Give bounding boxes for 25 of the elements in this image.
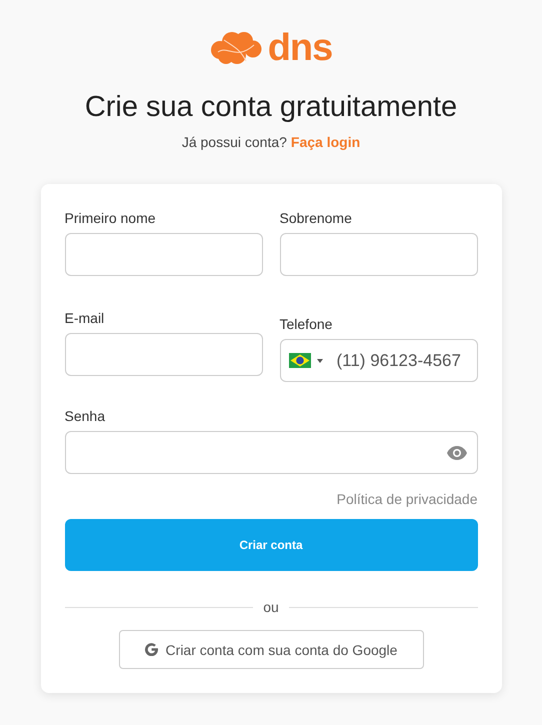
login-prompt: Já possui conta? <box>182 134 287 150</box>
logo-text: dns <box>268 30 332 66</box>
field-label: Telefone <box>280 316 334 332</box>
google-signup-button[interactable]: Criar conta com sua conta do Google <box>118 630 424 669</box>
field-label: Primeiro nome <box>64 210 157 226</box>
phone-field[interactable]: (11) 96123-4567 <box>280 339 478 382</box>
field-label: E-mail <box>64 310 106 326</box>
cloud-logo-icon <box>210 31 262 65</box>
password-field[interactable] <box>64 431 478 474</box>
divider-text: ou <box>263 599 279 615</box>
eye-icon[interactable] <box>446 446 466 460</box>
privacy-link[interactable]: Política de privacidade <box>336 491 478 507</box>
create-account-button[interactable]: Criar conta <box>64 519 478 571</box>
field-label: Sobrenome <box>280 210 353 226</box>
caret-icon <box>316 358 322 362</box>
text-field[interactable] <box>64 233 262 276</box>
flag-icon <box>288 353 310 368</box>
google-g-icon <box>144 643 158 656</box>
field-label: Senha <box>64 408 106 424</box>
text-field[interactable] <box>280 233 478 276</box>
page-title: Crie sua conta gratuitamente <box>84 90 458 124</box>
login-link[interactable]: Faça login <box>290 134 360 150</box>
text-field[interactable] <box>64 333 262 376</box>
phone-input[interactable]: (11) 96123-4567 <box>334 350 468 372</box>
country-selector[interactable] <box>288 353 322 368</box>
